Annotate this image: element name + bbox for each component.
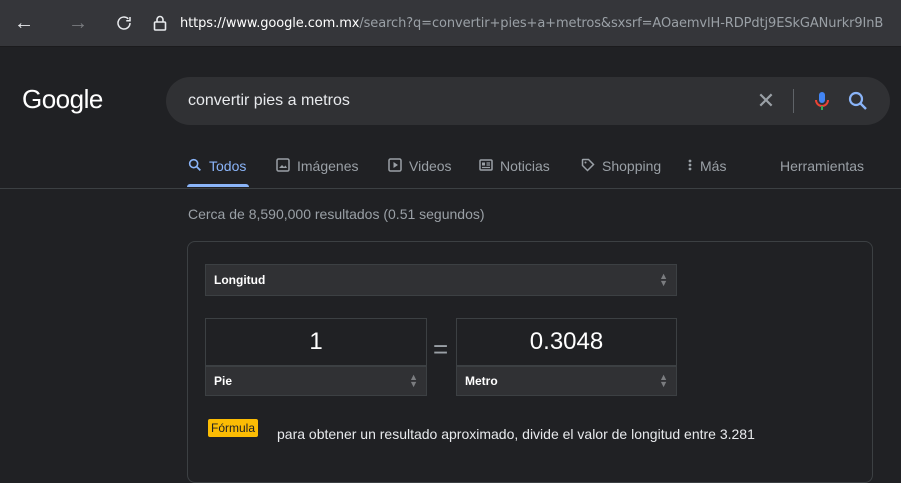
clear-icon[interactable]: ✕: [754, 88, 778, 113]
equals-sign: =: [433, 334, 449, 364]
google-logo[interactable]: Google: [22, 84, 103, 115]
to-value-input[interactable]: 0.3048: [456, 318, 677, 366]
url-text: https://www.google.com.mx/search?q=conve…: [180, 15, 884, 31]
category-select[interactable]: Longitud ▲ ▼: [205, 264, 677, 296]
tab-label: Shopping: [602, 158, 662, 174]
tab-label: Imágenes: [297, 158, 359, 174]
updown-icon: ▲ ▼: [659, 271, 668, 288]
reload-icon[interactable]: [112, 11, 136, 35]
search-divider: [793, 89, 794, 113]
tab-shopping[interactable]: Shopping: [580, 156, 661, 176]
back-icon[interactable]: ←: [12, 11, 36, 35]
tab-label: Videos: [409, 158, 452, 174]
tab-videos[interactable]: Videos: [387, 156, 452, 176]
tab-herramientas[interactable]: Herramientas: [780, 156, 864, 176]
tab-todos[interactable]: Todos: [187, 156, 246, 176]
from-unit-value: Pie: [214, 374, 233, 388]
browser-toolbar: ← → https://www.google.com.mx/search?q=c…: [0, 0, 901, 47]
tab-label: Noticias: [500, 158, 550, 174]
tag-icon: [580, 157, 596, 176]
category-value: Longitud: [214, 273, 266, 287]
image-icon: [275, 157, 291, 176]
search-icon[interactable]: [846, 89, 870, 113]
to-unit-value: Metro: [465, 374, 498, 388]
forward-icon[interactable]: →: [66, 11, 90, 35]
tab-imagenes[interactable]: Imágenes: [275, 156, 358, 176]
from-unit-select[interactable]: Pie ▲ ▼: [205, 366, 427, 396]
formula-text: para obtener un resultado aproximado, di…: [277, 426, 755, 442]
tab-label: Herramientas: [780, 158, 865, 174]
lock-icon[interactable]: [150, 15, 170, 31]
tab-label: Todos: [209, 158, 247, 174]
updown-icon: ▲ ▼: [409, 372, 418, 389]
search-query-text[interactable]: convertir pies a metros: [188, 92, 350, 110]
play-icon: [387, 157, 403, 176]
search-tabs: Todos Imágenes Videos Noticias Shopping …: [0, 148, 901, 189]
search-icon: [187, 157, 203, 176]
microphone-icon[interactable]: [810, 89, 834, 113]
address-bar[interactable]: https://www.google.com.mx/search?q=conve…: [150, 8, 901, 38]
tab-mas[interactable]: Más: [686, 156, 726, 176]
result-stats: Cerca de 8,590,000 resultados (0.51 segu…: [188, 206, 485, 222]
more-vert-icon: [686, 157, 694, 176]
formula-badge: Fórmula: [208, 419, 259, 437]
tab-noticias[interactable]: Noticias: [478, 156, 550, 176]
updown-icon: ▲ ▼: [659, 372, 668, 389]
active-tab-indicator: [187, 184, 249, 187]
to-unit-select[interactable]: Metro ▲ ▼: [456, 366, 677, 396]
unit-converter-card: Longitud ▲ ▼ 1 Pie ▲ ▼ = 0.3048 Metro ▲ ▼ F…: [187, 241, 873, 483]
tab-label: Más: [700, 158, 727, 174]
news-icon: [478, 157, 494, 176]
search-input[interactable]: convertir pies a metros ✕: [166, 77, 890, 125]
from-value-input[interactable]: 1: [205, 318, 427, 366]
